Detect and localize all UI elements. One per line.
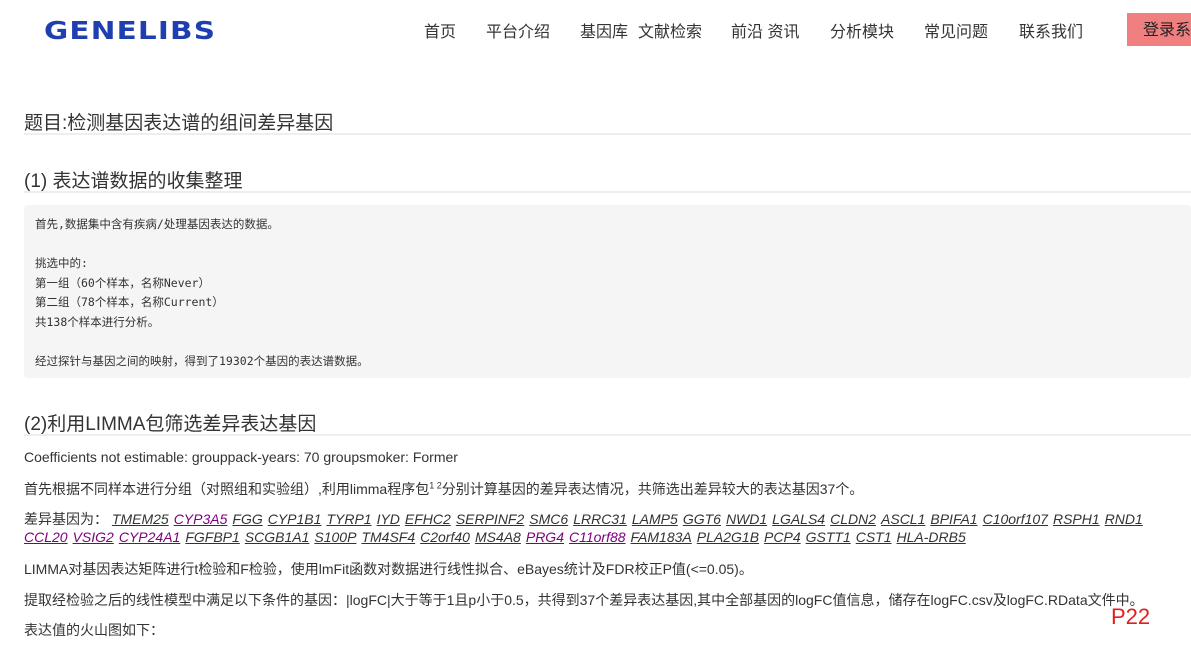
gene-link[interactable]: TYRP1 [326,511,371,527]
gene-link[interactable]: PRG4 [526,529,564,545]
gene-link[interactable]: LAMP5 [632,511,678,527]
code-line: 首先,数据集中含有疾病/处理基因表达的数据。 [35,217,279,231]
gene-link[interactable]: RSPH1 [1053,511,1100,527]
nav-frontier-news[interactable]: 前沿 资讯 [731,18,799,42]
gene-link[interactable]: CCL20 [24,529,68,545]
nav-home[interactable]: 首页 [424,18,456,42]
coefficients-note: Coefficients not estimable: grouppack-ye… [24,449,458,465]
gene-link[interactable]: EFHC2 [405,511,451,527]
gene-link[interactable]: C2orf40 [420,529,470,545]
limma-method-paragraph: LIMMA对基因表达矩阵进行t检验和F检验，使用lmFit函数对数据进行线性拟合… [24,561,753,577]
gene-link[interactable]: FGG [232,511,262,527]
gene-link[interactable]: MS4A8 [475,529,521,545]
code-line: 第一组（60个样本，名称Never） [35,276,210,290]
section2-heading: (2)利用LIMMA包筛选差异表达基因 [24,414,317,435]
nav-literature-search[interactable]: 文献检索 [638,18,702,42]
code-line: 第二组（78个样本，名称Current） [35,295,224,309]
section1-heading: (1) 表达谱数据的收集整理 [24,171,243,192]
nav-platform-intro[interactable]: 平台介绍 [486,18,550,42]
data-summary-codebox: 首先,数据集中含有疾病/处理基因表达的数据。 挑选中的: 第一组（60个样本，名… [24,205,1191,378]
gene-link[interactable]: NWD1 [726,511,767,527]
paragraph-text: 分别计算基因的差异表达情况，共筛选出差异较大的表达基因37个。 [441,481,864,497]
divider [24,191,1191,193]
footnote-ref[interactable]: 1 2 [429,480,442,490]
login-button[interactable]: 登录系 [1127,13,1191,46]
top-navbar: GENELIBS 首页 平台介绍 基因库 文献检索 前沿 资讯 分析模块 常见问… [0,0,1191,66]
gene-link[interactable]: LRRC31 [573,511,627,527]
gene-link[interactable]: PLA2G1B [697,529,759,545]
nav-contact[interactable]: 联系我们 [1019,18,1083,42]
gene-link[interactable]: IYD [377,511,400,527]
gene-link[interactable]: BPIFA1 [930,511,977,527]
gene-link[interactable]: CST1 [856,529,892,545]
code-line: 挑选中的: [35,256,88,270]
gene-link[interactable]: CYP3A5 [174,511,228,527]
code-line: 经过探针与基因之间的映射，得到了19302个基因的表达谱数据。 [35,354,369,368]
paragraph-text: 首先根据不同样本进行分组（对照组和实验组）,利用limma程序包 [24,481,430,497]
code-line: 共138个样本进行分析。 [35,315,160,329]
gene-link[interactable]: C11orf88 [569,529,626,545]
gene-link[interactable]: RND1 [1105,511,1143,527]
gene-link[interactable]: FGFBP1 [185,529,239,545]
site-logo[interactable]: GENELIBS [44,16,216,45]
gene-link[interactable]: VSIG2 [73,529,114,545]
gene-link[interactable]: SERPINF2 [456,511,524,527]
gene-list-row: 差异基因为： TMEM25 CYP3A5 FGG CYP1B1 TYRP1 IYD EFHC… [24,509,1148,529]
page-marker: P22 [1111,604,1151,629]
gene-link[interactable]: C10orf107 [983,511,1048,527]
gene-link[interactable]: LGALS4 [772,511,825,527]
nav-analysis-modules[interactable]: 分析模块 [830,18,894,42]
gene-link[interactable]: PCP4 [764,529,801,545]
page-title: 题目:检测基因表达谱的组间差异基因 [24,113,334,134]
filter-criteria-paragraph: 提取经检验之后的线性模型中满足以下条件的基因：|logFC|大于等于1且p小于0… [24,592,1144,608]
gene-link[interactable]: CYP1B1 [268,511,322,527]
gene-link[interactable]: SMC6 [529,511,568,527]
gene-link[interactable]: GGT6 [683,511,721,527]
gene-link[interactable]: FAM183A [631,529,692,545]
gene-link[interactable]: TM4SF4 [361,529,415,545]
gene-link[interactable]: CYP24A1 [119,529,180,545]
gene-link[interactable]: ASCL1 [881,511,925,527]
gene-list-label: 差异基因为： [24,511,108,527]
gene-link[interactable]: SCGB1A1 [245,529,310,545]
gene-list-row: CCL20 VSIG2 CYP24A1 FGFBP1 SCGB1A1 S100P TM4SF… [24,529,971,545]
divider [24,133,1191,135]
divider [24,434,1191,436]
gene-link[interactable]: GSTT1 [806,529,851,545]
gene-link[interactable]: CLDN2 [830,511,876,527]
gene-link[interactable]: S100P [314,529,356,545]
grouping-paragraph: 首先根据不同样本进行分组（对照组和实验组）,利用limma程序包1 2分别计算基… [24,479,863,499]
nav-gene-library[interactable]: 基因库 [580,18,628,42]
gene-link[interactable]: TMEM25 [112,511,169,527]
volcano-plot-intro: 表达值的火山图如下： [24,622,164,638]
gene-link[interactable]: HLA-DRB5 [897,529,966,545]
nav-faq[interactable]: 常见问题 [924,18,988,42]
